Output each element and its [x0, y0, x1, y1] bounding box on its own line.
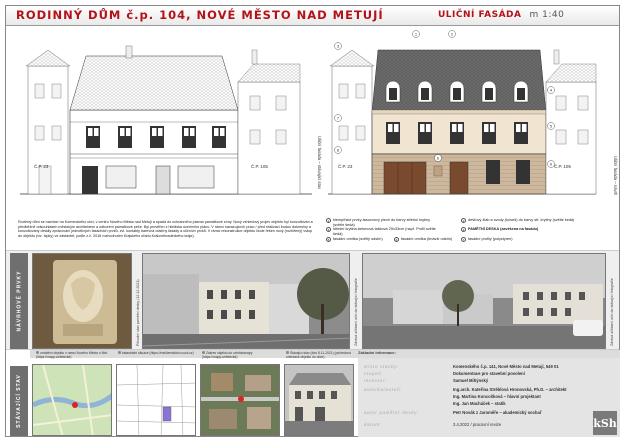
- project-description: Rodinný dům se nachází na Komenského uli…: [18, 220, 313, 239]
- house-number-label: Č.P. 105: [554, 163, 571, 169]
- photo-caption: Původní stav pamětní desky (12.12.2021): [136, 279, 140, 346]
- photo-caption: Zdravá uličkami ulicí do stávající fotog…: [610, 278, 614, 346]
- section-label-existing: STÁVAJÍCÍ STAV: [10, 366, 28, 436]
- house-number-label: Č.P. 23: [338, 163, 353, 169]
- proposed-drawing-label: Uliční fasáda – návrh: [613, 156, 618, 196]
- info-row: Ing. Jan Macháček – statik: [453, 401, 506, 406]
- street-photo-existing: [142, 253, 350, 349]
- scale-label: m 1:40: [529, 10, 565, 20]
- existing-drawing-label: Uliční fasáda – stávající stav: [317, 136, 322, 190]
- legend-item: 4 PAMĚTNÍ DESKA (zavěšena na fasádu): [461, 227, 539, 232]
- info-row: investor: Samuel Mihýnský: [364, 378, 489, 383]
- memorial-plaque: [433, 165, 443, 177]
- studio-logo: kSh: [593, 411, 617, 435]
- info-row: stupeň: Dokumentace pro stavební povolení: [364, 371, 525, 376]
- info-row: datum: 3.4.2022 / pracovní revize: [364, 422, 502, 427]
- photo-band: NÁVRHOVÉ PRVKY Původní stav pamětní desk…: [6, 250, 619, 350]
- photo-caption: Zdravá uličkami ulicí do stávající fotog…: [354, 278, 358, 346]
- section-label-design: NÁVRHOVÉ PRVKY: [10, 253, 28, 349]
- proposed-facade-drawing: Č.P. 23 Č.P. 105 1 2 3 4 5 6 7 8 9: [328, 30, 597, 195]
- info-heading: Základní informace:: [358, 350, 396, 355]
- orthophoto-map: [200, 364, 280, 436]
- memorial-plaque-photo: [32, 253, 132, 349]
- project-info-table: místo stavby: Komenského č.p. 141, Nové M…: [358, 358, 620, 437]
- facade-drawings: Č.P. 23 Č.P. 105 Č.P. 23 Č.P. 105 1 2 3 …: [20, 30, 597, 195]
- legend-item: 2 dešťový žlab a svody (tu/sed) do barvy …: [461, 218, 575, 223]
- existing-state-photo: [284, 364, 354, 436]
- map-caption: Zákres objektu do ortofotomapy (https://…: [202, 351, 253, 359]
- cadastral-map: [116, 364, 196, 436]
- legend-item: 3 střešní krytina-betonová tašková 29x33c…: [326, 227, 436, 236]
- page-title: RODINNÝ DŮM č.p. 104, NOVÉ MĚSTO NAD MET…: [16, 8, 384, 22]
- location-map: [32, 364, 112, 436]
- house-number-label: Č.P. 23: [34, 163, 49, 169]
- info-row: autor pamětní desky: Petr Novák z Jaroměř…: [364, 410, 542, 415]
- info-row: autorka/autoři: Ing.arch. Kateřina Strébl…: [364, 387, 567, 392]
- existing-facade-drawing: Č.P. 23 Č.P. 105: [20, 45, 312, 195]
- legend-item: 6 fasádní omítka (tmavší odstín): [394, 237, 453, 242]
- info-row: Ing. Martina Koncošková – hlavní projekt…: [453, 394, 541, 399]
- house-number-label: Č.P. 105: [251, 163, 268, 169]
- street-photo-wide: [362, 253, 606, 349]
- info-row: místo stavby: Komenského č.p. 141, Nové M…: [364, 364, 559, 369]
- map-caption: umístění objektu v rámci Nového Města n …: [36, 351, 108, 359]
- map-caption: katastrální situace (https://nahlizenido…: [118, 351, 198, 356]
- map-caption: Stávající stav (foto 8.11.2021) (pohledo…: [286, 351, 351, 359]
- title-bar: RODINNÝ DŮM č.p. 104, NOVÉ MĚSTO NAD MET…: [6, 6, 619, 26]
- view-title: ULIČNÍ FASÁDA m 1:40: [438, 10, 565, 20]
- drawing-sheet: RODINNÝ DŮM č.p. 104, NOVÉ MĚSTO NAD MET…: [5, 5, 620, 437]
